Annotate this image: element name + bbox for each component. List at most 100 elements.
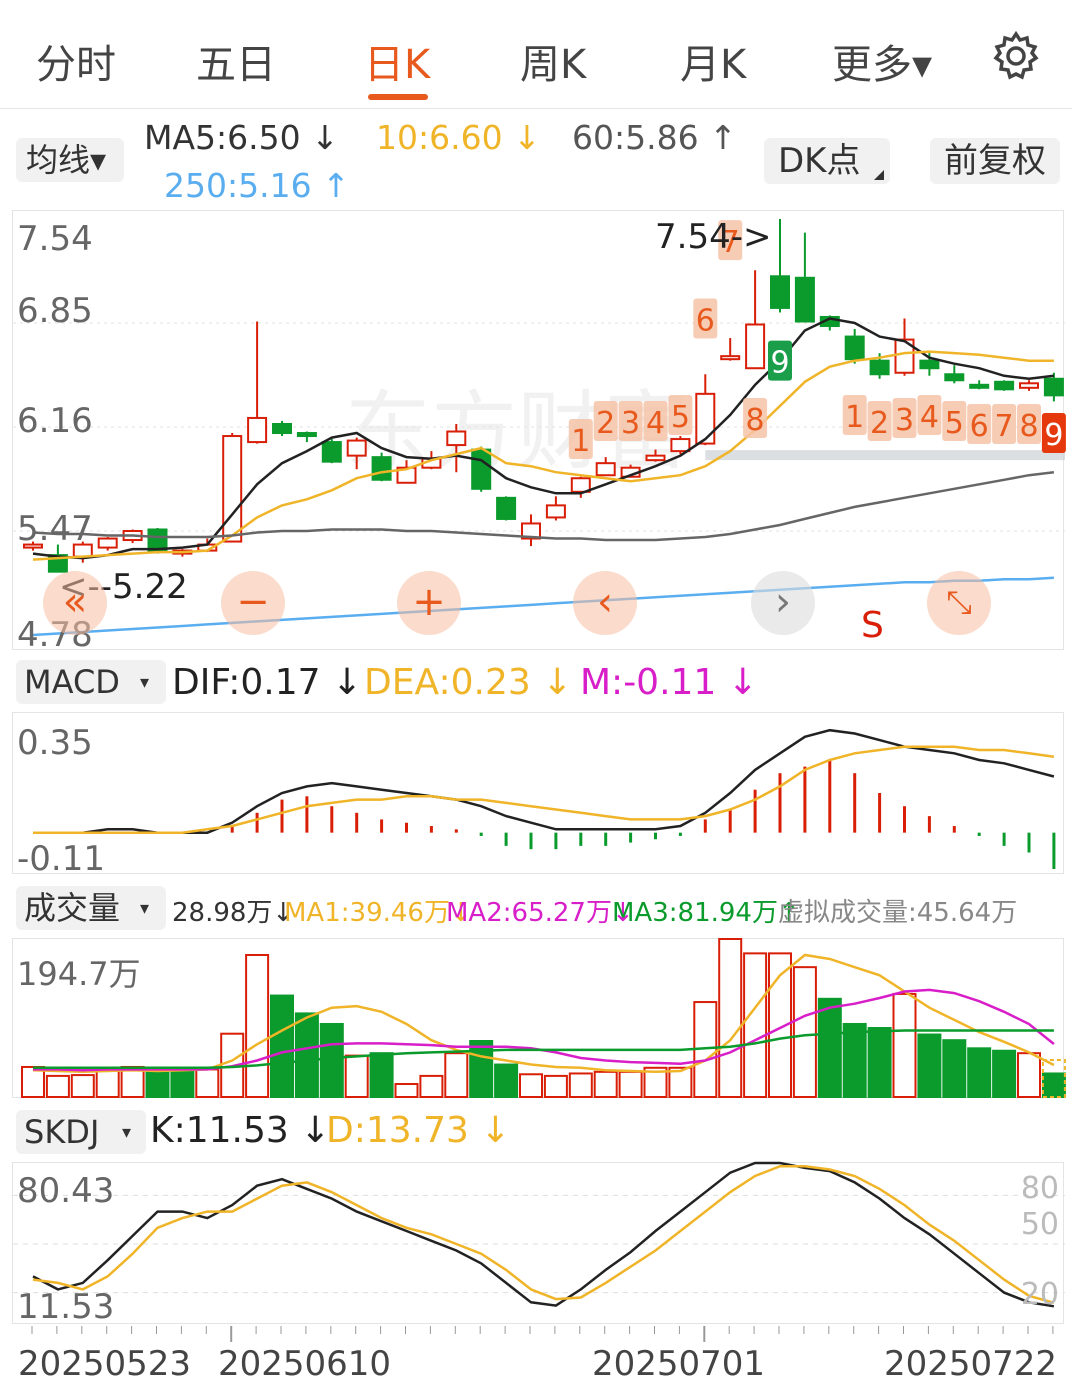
scroll-right-button[interactable]: ›: [751, 571, 815, 635]
ma250-value: 250:5.16 ↑: [164, 166, 350, 205]
td-setup-number: 3: [621, 406, 640, 441]
candle-body: [222, 435, 243, 543]
dea-value: DEA:0.23 ↓: [364, 662, 573, 703]
volume-panel[interactable]: 194.7万: [12, 938, 1066, 1099]
volume-bar: [992, 1049, 1017, 1099]
skdj-level-80: 80: [1020, 1171, 1059, 1206]
td-countdown-number: 5: [945, 406, 964, 441]
volume-bar: [70, 1074, 95, 1099]
skdj-chart: [13, 1161, 1065, 1308]
volume-bar: [867, 1027, 892, 1098]
candle-body: [670, 438, 691, 453]
virtual-volume: 虚拟成交量:45.64万: [778, 898, 1018, 928]
td-setup-number: 4: [646, 406, 665, 441]
volume-chart: [21, 938, 1066, 1099]
gear-icon[interactable]: [990, 30, 1042, 82]
tab-five-day[interactable]: 五日: [196, 32, 276, 90]
dif-line: [33, 728, 1055, 834]
high-price-label: 7.54->: [655, 217, 772, 257]
volume-bar: [494, 1063, 519, 1098]
volume-bar: [145, 1067, 170, 1099]
scroll-start-button[interactable]: «: [43, 571, 107, 635]
dif-value: DIF:0.17 ↓: [172, 662, 363, 703]
volume-bar: [917, 1033, 942, 1098]
kline-panel[interactable]: 东方财富 123456789123456789 7.54 6.85 6.16 5…: [12, 210, 1066, 655]
candle-body: [745, 323, 766, 370]
td-setup-number: 9: [770, 346, 789, 381]
ma-selector[interactable]: 均线▾: [16, 138, 124, 182]
zoom-out-button[interactable]: −: [221, 571, 285, 635]
volume-bar: [817, 997, 842, 1099]
candle-body: [770, 275, 790, 309]
volume-bar: [593, 1070, 618, 1099]
td-countdown-number: 7: [995, 409, 1014, 444]
chevron-down-icon: ▾: [122, 1122, 132, 1143]
candle-body: [1043, 377, 1064, 397]
candle-body: [944, 373, 965, 382]
date-label-3: 20250701: [592, 1344, 766, 1384]
tab-more[interactable]: 更多▾: [832, 32, 932, 90]
volume-bar: [419, 1074, 444, 1099]
price-axis-3: 6.16: [17, 401, 93, 441]
dk-point-button[interactable]: DK点: [764, 138, 890, 184]
forward-adjust-button[interactable]: 前复权: [930, 138, 1060, 184]
volume-bar: [842, 1022, 867, 1098]
zoom-in-button[interactable]: +: [397, 571, 461, 635]
volume-bar: [245, 953, 270, 1098]
volume-bar: [294, 1012, 319, 1098]
vol-ma1: MA1:39.46万↓: [284, 898, 472, 928]
volume-value: 28.98万↓: [172, 898, 295, 928]
volume-bar: [170, 1068, 195, 1098]
ma10-value: 10:6.60 ↓: [376, 118, 541, 157]
macd-m-value: M:-0.11 ↓: [580, 662, 758, 703]
scroll-left-button[interactable]: ‹: [573, 571, 637, 635]
vol-ma2: MA2:65.27万↓: [446, 898, 634, 928]
price-axis-top: 7.54: [17, 219, 93, 259]
skdj-k-value: K:11.53 ↓: [150, 1110, 331, 1151]
volume-bar: [543, 1074, 568, 1099]
tab-monthly-k[interactable]: 月K: [680, 32, 746, 90]
date-label-1: 20250523: [18, 1344, 192, 1384]
candle-body: [371, 456, 392, 481]
skdj-level-50: 50: [1020, 1207, 1059, 1242]
skdj-k-line: [32, 1161, 1055, 1308]
candle-body: [994, 380, 1015, 391]
skdj-panel[interactable]: 80.43 11.53 80 50 20: [12, 1161, 1065, 1327]
candle-body: [446, 430, 467, 447]
candle-body: [969, 383, 990, 389]
candle-body: [346, 439, 367, 457]
volume-axis-top: 194.7万: [17, 955, 141, 993]
candle-body: [296, 432, 317, 438]
td-countdown-number: 1: [845, 400, 864, 435]
macd-panel[interactable]: 0.35 -0.11: [12, 712, 1064, 879]
candle-body: [496, 496, 517, 520]
candle-body: [272, 422, 292, 435]
volume-bar: [568, 1072, 593, 1098]
period-tabs: 分时 五日 日K 周K 月K 更多▾: [0, 0, 1072, 109]
volume-bar: [743, 952, 768, 1099]
fullscreen-icon[interactable]: ⤡: [927, 571, 991, 635]
date-label-2: 20250610: [218, 1344, 392, 1384]
skdj-level-20: 20: [1020, 1277, 1059, 1312]
td-setup-number: 8: [746, 403, 765, 438]
skdj-axis-top: 80.43: [17, 1171, 115, 1211]
candle-body: [545, 504, 566, 519]
candle-body: [471, 448, 492, 490]
volume-bar: [1017, 1052, 1041, 1098]
volume-bar: [618, 1070, 643, 1099]
tab-daily-k[interactable]: 日K: [364, 32, 430, 90]
tab-weekly-k[interactable]: 周K: [520, 32, 586, 90]
support-band: [705, 450, 1065, 461]
macd-chart: [33, 728, 1056, 869]
td-countdown-number: 2: [870, 406, 889, 441]
date-axis-ticks: [31, 1326, 1054, 1342]
volume-bar: [792, 966, 817, 1098]
candle-body: [794, 276, 815, 323]
price-axis-4: 5.47: [17, 509, 93, 549]
volume-bar: [942, 1039, 967, 1098]
candle-body: [147, 528, 168, 552]
volume-bar: [718, 938, 743, 1098]
tab-intraday[interactable]: 分时: [36, 32, 116, 90]
active-tab-indicator: [368, 94, 428, 100]
candle-body: [321, 441, 342, 463]
